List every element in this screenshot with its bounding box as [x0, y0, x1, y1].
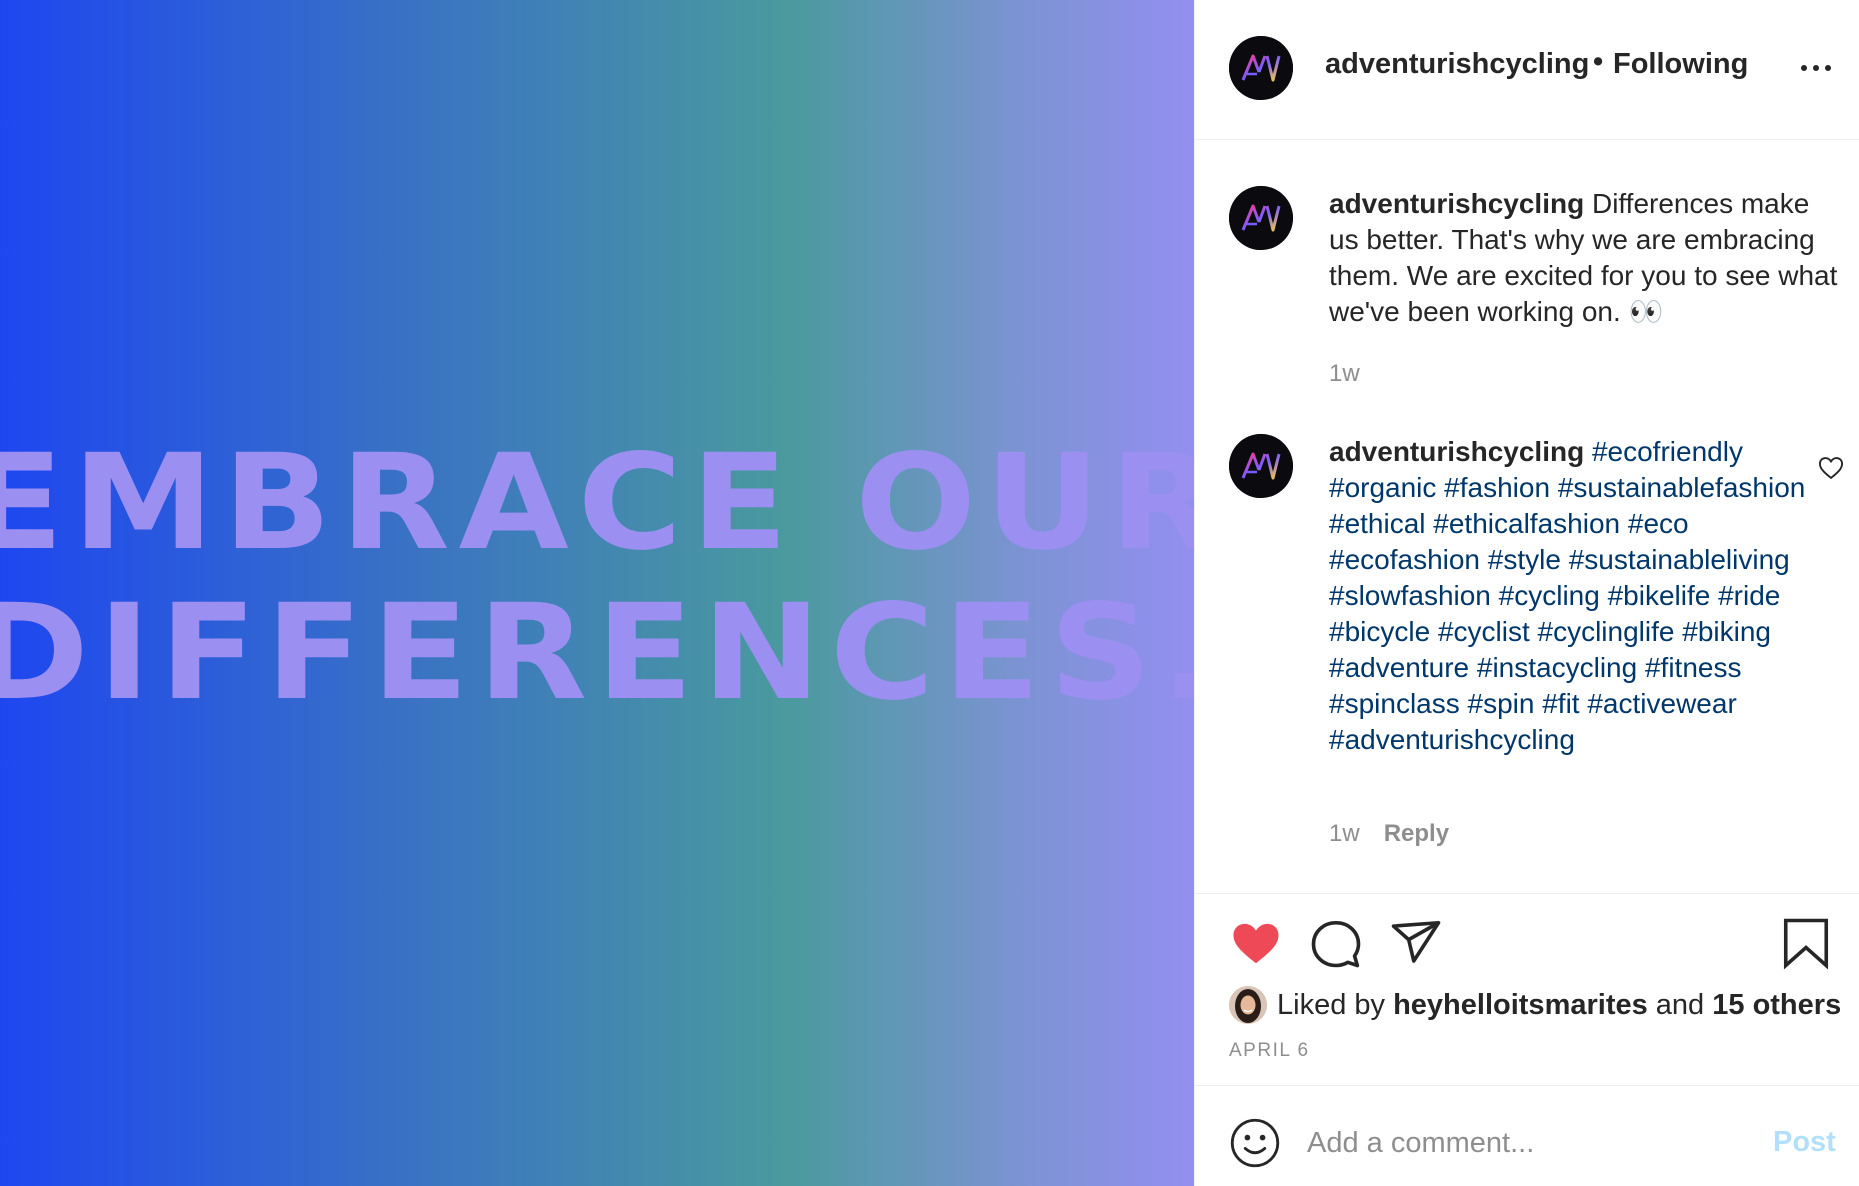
- media-headline-line1: EMBRACE OUR: [0, 426, 1194, 580]
- header-separator: •: [1593, 46, 1604, 78]
- post-media[interactable]: EMBRACE OUR DIFFERENCES.: [0, 0, 1194, 1186]
- brand-logo-icon: [1229, 434, 1293, 498]
- likes-others-link[interactable]: 15 others: [1712, 989, 1841, 1022]
- caption-username[interactable]: adventurishcycling: [1329, 188, 1584, 219]
- save-button[interactable]: [1779, 916, 1833, 970]
- dot-icon: [1801, 65, 1807, 71]
- brand-logo-icon: [1229, 186, 1293, 250]
- bookmark-icon: [1783, 918, 1829, 970]
- comment-button[interactable]: [1309, 916, 1363, 970]
- post-header: adventurishcycling • Following: [1195, 0, 1859, 140]
- caption-time[interactable]: 1w: [1329, 360, 1360, 387]
- brand-logo-icon: [1229, 36, 1293, 100]
- comment-username[interactable]: adventurishcycling: [1329, 436, 1584, 467]
- comment-body: adventurishcycling #ecofriendly #organic…: [1329, 434, 1839, 758]
- likes-prefix: Liked by: [1277, 988, 1386, 1021]
- dot-icon: [1825, 65, 1831, 71]
- paper-plane-icon: [1391, 920, 1441, 963]
- caption-avatar[interactable]: [1229, 186, 1293, 250]
- more-options-icon[interactable]: [1801, 62, 1831, 74]
- smiley-icon[interactable]: [1229, 1117, 1281, 1169]
- reply-button[interactable]: Reply: [1384, 820, 1449, 847]
- person-avatar-icon: [1229, 986, 1267, 1024]
- likes-conjunction: and: [1655, 988, 1705, 1021]
- profile-avatar[interactable]: [1229, 36, 1293, 100]
- heart-filled-icon: [1233, 923, 1279, 964]
- header-username[interactable]: adventurishcycling: [1325, 48, 1589, 81]
- comment-avatar[interactable]: [1229, 434, 1293, 498]
- comment-icon: [1311, 920, 1361, 968]
- likes-summary: Liked by heyhelloitsmarites and 15 other…: [1229, 984, 1841, 1026]
- caption-body: adventurishcycling Differences make us b…: [1329, 186, 1839, 330]
- liker-avatar[interactable]: [1229, 986, 1267, 1024]
- like-button[interactable]: [1229, 916, 1283, 970]
- post-side-panel: adventurishcycling • Following adventuri…: [1194, 0, 1859, 1186]
- divider: [1195, 1085, 1859, 1086]
- post-date[interactable]: APRIL 6: [1229, 1040, 1310, 1062]
- comment-hashtags[interactable]: #ecofriendly #organic #fashion #sustaina…: [1329, 436, 1805, 755]
- share-button[interactable]: [1389, 916, 1443, 970]
- media-headline-line2: DIFFERENCES.: [0, 576, 1194, 730]
- comment-meta: 1w Reply: [1329, 820, 1449, 848]
- caption-meta: 1w: [1329, 360, 1360, 388]
- comment-input[interactable]: [1307, 1120, 1737, 1166]
- dot-icon: [1813, 65, 1819, 71]
- following-button[interactable]: Following: [1613, 48, 1748, 81]
- post-button[interactable]: Post: [1773, 1126, 1836, 1159]
- heart-outline-icon[interactable]: [1817, 454, 1845, 482]
- divider: [1195, 893, 1859, 894]
- liker-username[interactable]: heyhelloitsmarites: [1393, 989, 1648, 1022]
- comment-time[interactable]: 1w: [1329, 820, 1360, 847]
- media-headline: EMBRACE OUR DIFFERENCES.: [0, 428, 1194, 728]
